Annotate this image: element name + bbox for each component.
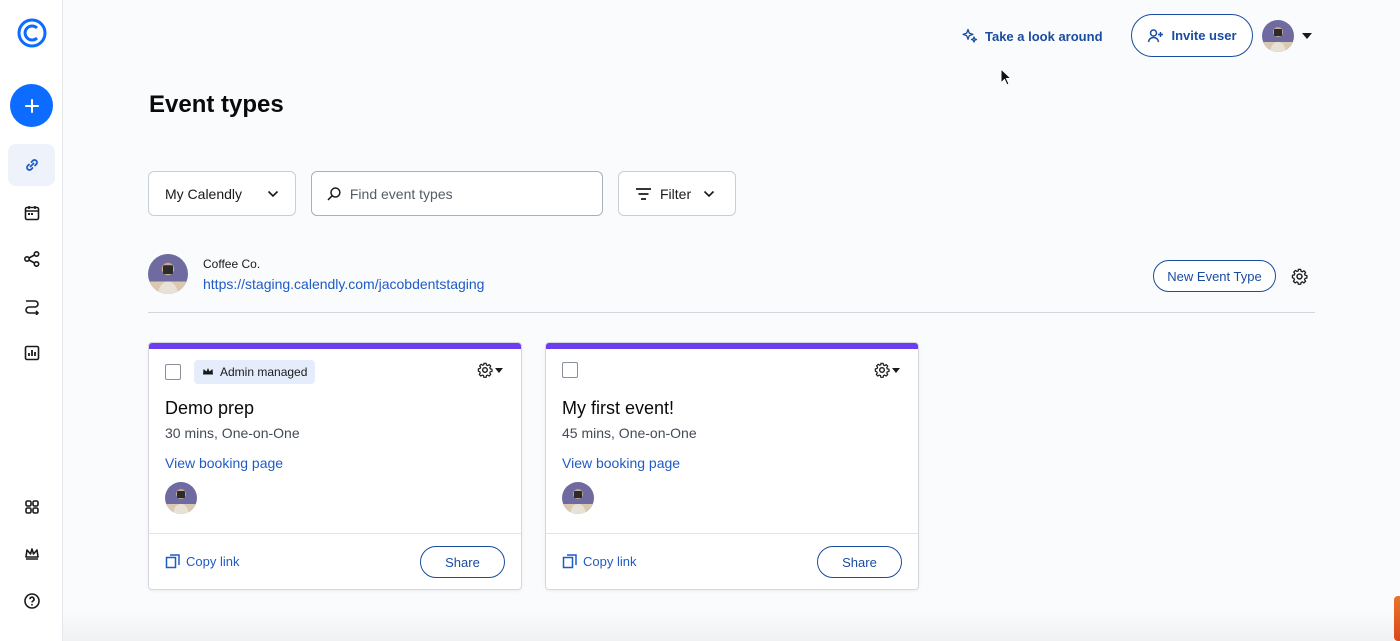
chart-icon: [24, 345, 39, 361]
app: Take a look around Invite user Event typ…: [0, 0, 1400, 641]
share-button[interactable]: Share: [420, 546, 505, 578]
caret-down-icon: [495, 367, 503, 373]
host-avatar: [165, 482, 197, 514]
event-title: Demo prep: [165, 398, 255, 418]
card-settings-menu[interactable]: [477, 361, 507, 379]
search-icon: [327, 186, 341, 200]
invite-user-label: Invite user: [1171, 28, 1237, 43]
chevron-down-icon: [704, 190, 715, 197]
divider: [148, 312, 1315, 313]
card-settings-menu[interactable]: [874, 361, 904, 379]
search-field[interactable]: [311, 171, 603, 216]
copy-link-button[interactable]: Copy link: [165, 553, 239, 569]
mouse-cursor-icon: [1000, 68, 1012, 86]
copy-icon: [165, 554, 180, 569]
card-checkbox[interactable]: [165, 364, 181, 380]
org-avatar: [148, 254, 188, 294]
sidebar-item-workflows[interactable]: [8, 238, 55, 280]
copy-link-button[interactable]: Copy link: [562, 553, 636, 569]
admin-managed-badge: Admin managed: [194, 360, 316, 384]
sidebar: [0, 0, 63, 641]
calendar-icon: [24, 206, 39, 221]
add-user-icon: [1148, 28, 1164, 42]
filter-button[interactable]: Filter: [618, 171, 736, 216]
filter-label: Filter: [660, 185, 692, 202]
sidebar-item-integrations[interactable]: [8, 486, 55, 528]
avatar-photo: [562, 482, 594, 514]
filter-icon: [636, 187, 651, 200]
event-card-demo-prep[interactable]: Admin managed Demo prep 30 mins, One-on-…: [148, 342, 522, 590]
calendar-select-value: My Calendly: [165, 185, 243, 202]
sidebar-item-meetings[interactable]: [8, 192, 55, 234]
help-icon: [23, 593, 40, 609]
copy-icon: [562, 554, 577, 569]
card-footer: Copy link Share: [546, 533, 918, 589]
org-url-link[interactable]: https://staging.calendly.com/jacobdentst…: [203, 276, 484, 292]
corner-accent: [1394, 596, 1400, 641]
gear-icon[interactable]: [1291, 268, 1308, 285]
event-card-my-first-event[interactable]: My first event! 45 mins, One-on-One View…: [545, 342, 919, 590]
apps-grid-icon: [24, 500, 39, 514]
invite-user-button[interactable]: Invite user: [1131, 14, 1253, 57]
gear-icon: [477, 362, 493, 378]
event-title: My first event!: [562, 398, 675, 418]
sparkle-icon: [962, 28, 978, 43]
card-accent-bar: [149, 343, 521, 349]
card-footer: Copy link Share: [149, 533, 521, 589]
card-checkbox[interactable]: [562, 362, 578, 378]
link-icon: [25, 159, 38, 171]
event-details: 45 mins, One-on-One: [562, 425, 697, 441]
sidebar-item-admin[interactable]: [8, 533, 55, 575]
sidebar-item-routing[interactable]: [8, 285, 55, 327]
chevron-down-icon[interactable]: [1302, 33, 1312, 39]
crown-icon: [24, 548, 39, 560]
routing-icon: [24, 300, 39, 315]
sidebar-item-help[interactable]: [8, 580, 55, 622]
calendly-logo-icon[interactable]: [17, 18, 47, 48]
crown-icon: [203, 368, 213, 376]
avatar-photo: [1262, 20, 1294, 52]
search-input[interactable]: [349, 185, 588, 202]
plus-icon: [24, 98, 39, 113]
copy-link-label: Copy link: [583, 553, 637, 569]
copy-link-label: Copy link: [186, 553, 240, 569]
event-details: 30 mins, One-on-One: [165, 425, 300, 441]
org-name: Coffee Co.: [203, 257, 261, 271]
take-a-look-around-link[interactable]: Take a look around: [962, 26, 1103, 46]
sidebar-item-scheduling[interactable]: [8, 144, 55, 186]
new-event-type-button[interactable]: New Event Type: [1153, 260, 1276, 292]
calendar-select[interactable]: My Calendly: [148, 171, 296, 216]
create-button[interactable]: [10, 84, 53, 127]
user-avatar[interactable]: [1262, 20, 1294, 52]
page-title: Event types: [149, 91, 284, 118]
take-a-look-around-label: Take a look around: [985, 28, 1103, 44]
avatar-photo: [165, 482, 197, 514]
share-button[interactable]: Share: [817, 546, 902, 578]
card-accent-bar: [546, 343, 918, 349]
workflow-icon: [23, 250, 40, 268]
badge-label: Admin managed: [220, 365, 308, 379]
main-content: Take a look around Invite user Event typ…: [63, 0, 1400, 641]
bottom-fade: [63, 610, 1400, 641]
view-booking-page-link[interactable]: View booking page: [165, 455, 283, 471]
gear-icon: [874, 362, 890, 378]
sidebar-item-analytics[interactable]: [8, 332, 55, 374]
avatar-photo: [148, 254, 188, 294]
chevron-down-icon: [267, 190, 279, 197]
caret-down-icon: [892, 367, 900, 373]
view-booking-page-link[interactable]: View booking page: [562, 455, 680, 471]
host-avatar: [562, 482, 594, 514]
